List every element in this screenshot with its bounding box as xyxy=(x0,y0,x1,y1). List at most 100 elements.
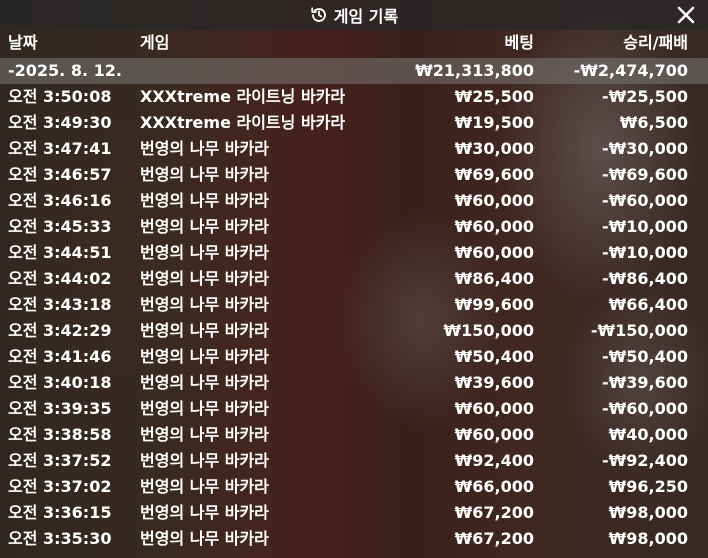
row-bet: ₩30,000 xyxy=(454,139,534,158)
row-bet: ₩99,600 xyxy=(454,295,534,314)
row-win-loss: -₩39,600 xyxy=(601,373,688,392)
table-row[interactable]: 오전 3:44:02 번영의 나무 바카라 ₩86,400 -₩86,400 xyxy=(0,266,708,292)
row-win-loss: ₩6,500 xyxy=(619,113,688,132)
row-time: 오전 3:46:16 xyxy=(8,191,112,210)
row-time: 오전 3:37:52 xyxy=(8,451,112,470)
summary-bet-total: ₩21,313,800 xyxy=(415,61,534,80)
row-bet: ₩69,600 xyxy=(454,165,534,184)
row-time: 오전 3:39:35 xyxy=(8,399,112,418)
row-time: 오전 3:44:51 xyxy=(8,243,112,262)
row-game: 번영의 나무 바카라 xyxy=(140,503,269,522)
column-header-date: 날짜 xyxy=(8,33,38,52)
table-row[interactable]: 오전 3:47:41 번영의 나무 바카라 ₩30,000 -₩30,000 xyxy=(0,136,708,162)
row-game: 번영의 나무 바카라 xyxy=(140,373,269,392)
table-row[interactable]: 오전 3:39:35 번영의 나무 바카라 ₩60,000 -₩60,000 xyxy=(0,396,708,422)
column-header-row: 날짜 게임 베팅 승리/패배 xyxy=(0,30,708,58)
row-bet: ₩60,000 xyxy=(454,243,534,262)
row-win-loss: -₩25,500 xyxy=(601,87,688,106)
row-bet: ₩67,200 xyxy=(454,529,534,548)
game-history-header: 게임 기록 xyxy=(0,0,708,30)
table-row[interactable]: 오전 3:40:18 번영의 나무 바카라 ₩39,600 -₩39,600 xyxy=(0,370,708,396)
row-game: 번영의 나무 바카라 xyxy=(140,451,269,470)
row-game: XXXtreme 라이트닝 바카라 xyxy=(140,113,346,132)
column-header-game: 게임 xyxy=(140,33,170,52)
row-time: 오전 3:36:15 xyxy=(8,503,112,522)
row-time: 오전 3:46:57 xyxy=(8,165,112,184)
row-win-loss: -₩30,000 xyxy=(601,139,688,158)
table-row[interactable]: 오전 3:49:30 XXXtreme 라이트닝 바카라 ₩19,500 ₩6,… xyxy=(0,110,708,136)
row-win-loss: ₩96,250 xyxy=(608,477,688,496)
row-win-loss: ₩40,000 xyxy=(608,425,688,444)
row-win-loss: -₩60,000 xyxy=(601,399,688,418)
row-game: 번영의 나무 바카라 xyxy=(140,321,269,340)
date-summary-row[interactable]: -2025. 8. 12. ₩21,313,800 -₩2,474,700 xyxy=(0,58,708,84)
history-list: 오전 3:50:08 XXXtreme 라이트닝 바카라 ₩25,500 -₩2… xyxy=(0,84,708,552)
row-time: 오전 3:40:18 xyxy=(8,373,112,392)
row-bet: ₩25,500 xyxy=(454,87,534,106)
row-win-loss: -₩150,000 xyxy=(590,321,688,340)
table-row[interactable]: 오전 3:43:18 번영의 나무 바카라 ₩99,600 ₩66,400 xyxy=(0,292,708,318)
row-win-loss: -₩10,000 xyxy=(601,243,688,262)
table-row[interactable]: 오전 3:37:02 번영의 나무 바카라 ₩66,000 ₩96,250 xyxy=(0,474,708,500)
row-win-loss: -₩69,600 xyxy=(601,165,688,184)
close-icon xyxy=(676,5,696,25)
row-time: 오전 3:49:30 xyxy=(8,113,112,132)
table-row[interactable]: 오전 3:42:29 번영의 나무 바카라 ₩150,000 -₩150,000 xyxy=(0,318,708,344)
row-win-loss: ₩98,000 xyxy=(608,529,688,548)
row-time: 오전 3:44:02 xyxy=(8,269,112,288)
row-game: 번영의 나무 바카라 xyxy=(140,295,269,314)
row-bet: ₩60,000 xyxy=(454,425,534,444)
row-bet: ₩67,200 xyxy=(454,503,534,522)
row-time: 오전 3:42:29 xyxy=(8,321,112,340)
row-win-loss: -₩86,400 xyxy=(601,269,688,288)
table-row[interactable]: 오전 3:46:57 번영의 나무 바카라 ₩69,600 -₩69,600 xyxy=(0,162,708,188)
row-win-loss: ₩98,000 xyxy=(608,503,688,522)
table-row[interactable]: 오전 3:45:33 번영의 나무 바카라 ₩60,000 -₩10,000 xyxy=(0,214,708,240)
row-time: 오전 3:41:46 xyxy=(8,347,112,366)
history-clock-icon xyxy=(310,6,328,24)
row-time: 오전 3:45:33 xyxy=(8,217,112,236)
row-bet: ₩150,000 xyxy=(443,321,534,340)
row-bet: ₩60,000 xyxy=(454,217,534,236)
summary-win-loss-total: -₩2,474,700 xyxy=(573,61,688,80)
row-bet: ₩60,000 xyxy=(454,399,534,418)
row-game: XXXtreme 라이트닝 바카라 xyxy=(140,87,346,106)
row-game: 번영의 나무 바카라 xyxy=(140,165,269,184)
row-time: 오전 3:38:58 xyxy=(8,425,112,444)
page-title: 게임 기록 xyxy=(333,7,399,26)
column-header-bet: 베팅 xyxy=(504,33,534,52)
summary-date: -2025. 8. 12. xyxy=(8,61,122,80)
row-bet: ₩86,400 xyxy=(454,269,534,288)
table-row[interactable]: 오전 3:35:30 번영의 나무 바카라 ₩67,200 ₩98,000 xyxy=(0,526,708,552)
row-bet: ₩19,500 xyxy=(454,113,534,132)
row-time: 오전 3:43:18 xyxy=(8,295,112,314)
table-row[interactable]: 오전 3:44:51 번영의 나무 바카라 ₩60,000 -₩10,000 xyxy=(0,240,708,266)
row-bet: ₩60,000 xyxy=(454,191,534,210)
row-win-loss: -₩60,000 xyxy=(601,191,688,210)
table-row[interactable]: 오전 3:38:58 번영의 나무 바카라 ₩60,000 ₩40,000 xyxy=(0,422,708,448)
row-win-loss: -₩92,400 xyxy=(601,451,688,470)
row-win-loss: ₩66,400 xyxy=(608,295,688,314)
row-time: 오전 3:50:08 xyxy=(8,87,112,106)
row-game: 번영의 나무 바카라 xyxy=(140,399,269,418)
row-game: 번영의 나무 바카라 xyxy=(140,191,269,210)
row-game: 번영의 나무 바카라 xyxy=(140,217,269,236)
row-win-loss: -₩10,000 xyxy=(601,217,688,236)
table-row[interactable]: 오전 3:46:16 번영의 나무 바카라 ₩60,000 -₩60,000 xyxy=(0,188,708,214)
row-game: 번영의 나무 바카라 xyxy=(140,139,269,158)
table-row[interactable]: 오전 3:36:15 번영의 나무 바카라 ₩67,200 ₩98,000 xyxy=(0,500,708,526)
table-row[interactable]: 오전 3:41:46 번영의 나무 바카라 ₩50,400 -₩50,400 xyxy=(0,344,708,370)
row-time: 오전 3:47:41 xyxy=(8,139,112,158)
row-game: 번영의 나무 바카라 xyxy=(140,477,269,496)
row-bet: ₩92,400 xyxy=(454,451,534,470)
header-title-group: 게임 기록 xyxy=(310,3,398,27)
row-game: 번영의 나무 바카라 xyxy=(140,269,269,288)
table-row[interactable]: 오전 3:50:08 XXXtreme 라이트닝 바카라 ₩25,500 -₩2… xyxy=(0,84,708,110)
row-time: 오전 3:35:30 xyxy=(8,529,112,548)
row-bet: ₩39,600 xyxy=(454,373,534,392)
column-header-win-loss: 승리/패배 xyxy=(623,33,688,52)
row-game: 번영의 나무 바카라 xyxy=(140,347,269,366)
row-time: 오전 3:37:02 xyxy=(8,477,112,496)
table-row[interactable]: 오전 3:37:52 번영의 나무 바카라 ₩92,400 -₩92,400 xyxy=(0,448,708,474)
close-button[interactable] xyxy=(674,3,698,27)
